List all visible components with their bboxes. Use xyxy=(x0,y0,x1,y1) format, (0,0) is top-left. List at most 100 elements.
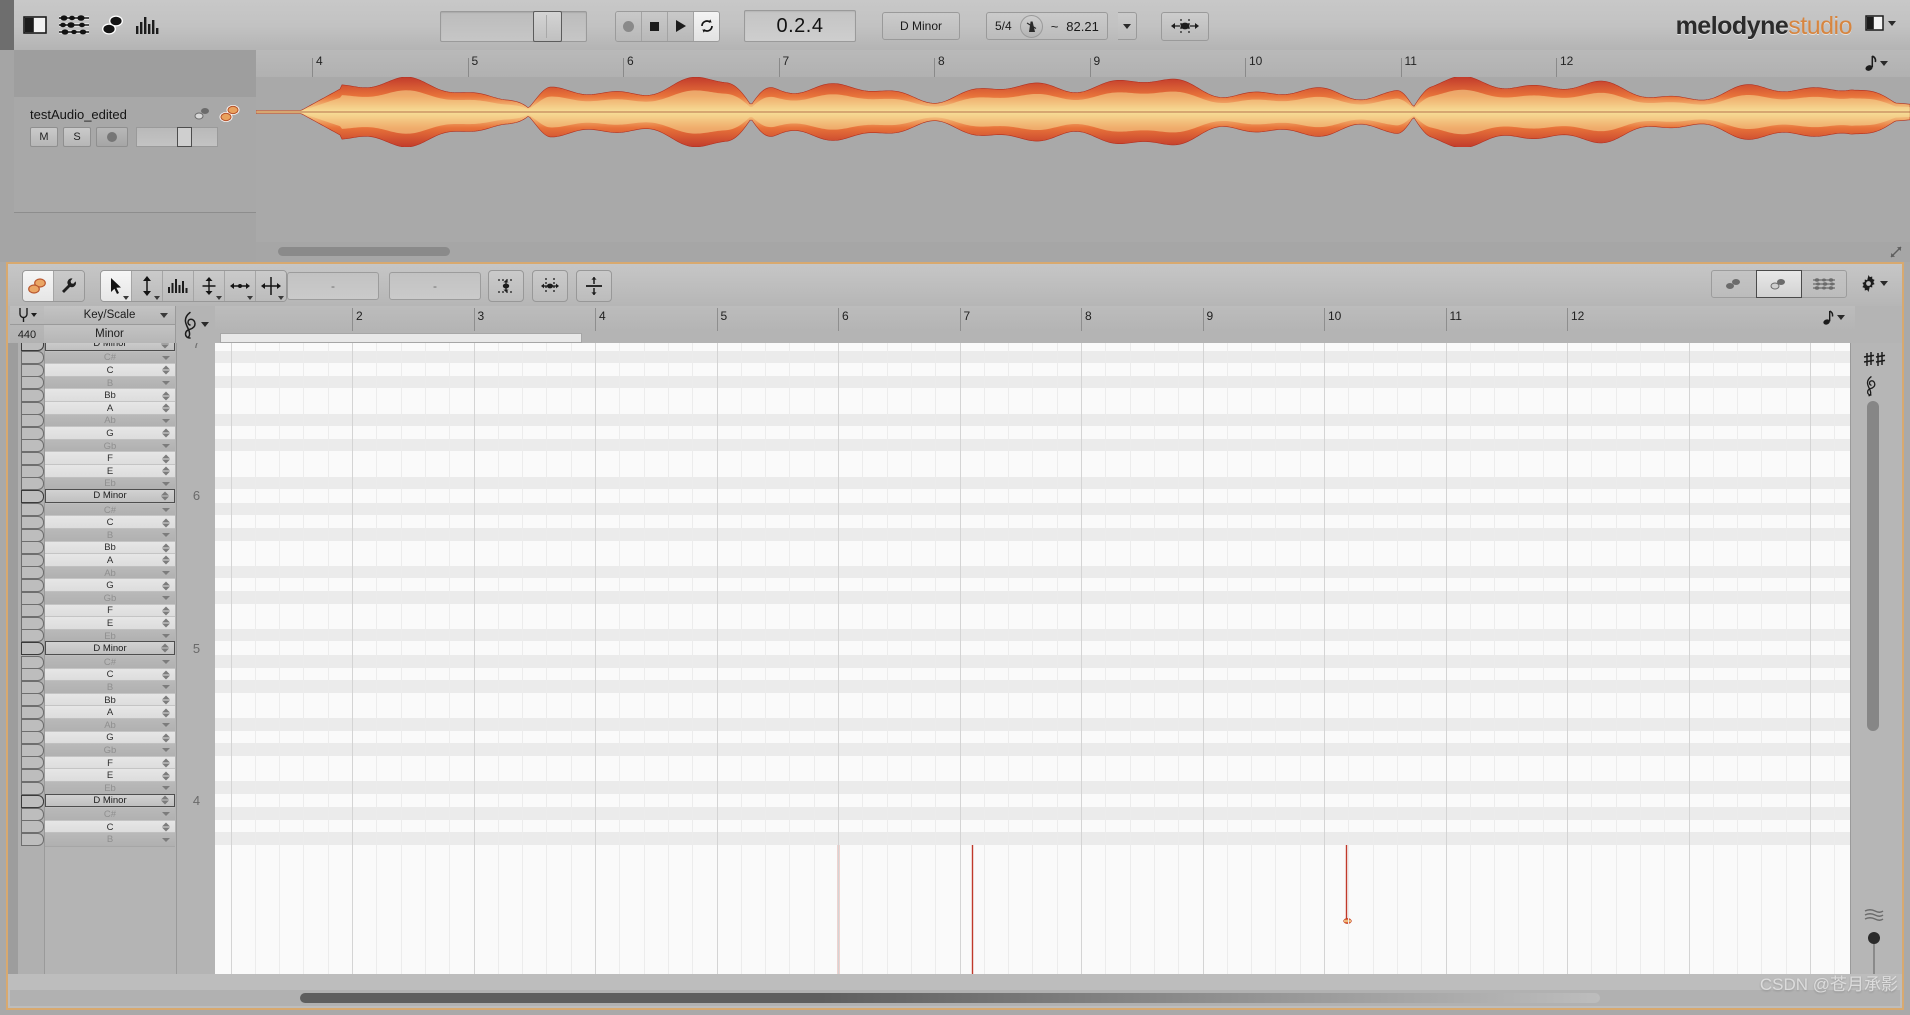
piano-key[interactable] xyxy=(21,451,44,465)
piano-key[interactable] xyxy=(21,363,44,377)
note-stepper[interactable] xyxy=(162,533,170,538)
note-stepper[interactable] xyxy=(162,403,170,413)
scale-value[interactable]: Minor xyxy=(44,325,175,343)
note-stepper[interactable] xyxy=(162,391,170,401)
note-root-row[interactable]: D Minor xyxy=(45,641,175,655)
piano-key[interactable] xyxy=(21,578,44,592)
piano-key[interactable] xyxy=(21,794,44,808)
view-multi-icon[interactable] xyxy=(1802,271,1846,297)
note-stepper[interactable] xyxy=(162,812,170,817)
note-root-row[interactable]: D Minor xyxy=(45,489,175,503)
note-stepper[interactable] xyxy=(162,606,170,616)
piano-key[interactable] xyxy=(21,528,44,542)
note-stepper[interactable] xyxy=(162,581,170,591)
note-stepper[interactable] xyxy=(162,733,170,743)
note-stepper[interactable] xyxy=(162,571,170,576)
piano-key[interactable] xyxy=(21,503,44,517)
track-name[interactable]: testAudio_edited xyxy=(30,107,127,122)
piano-key[interactable] xyxy=(21,477,44,491)
tuning-reference[interactable]: 440 xyxy=(10,306,45,343)
note-stepper[interactable] xyxy=(162,466,170,476)
tempo-value[interactable]: 82.21 xyxy=(1066,19,1099,34)
note-stepper[interactable] xyxy=(162,771,170,781)
note-stepper[interactable] xyxy=(162,543,170,553)
note-stepper[interactable] xyxy=(161,795,169,805)
piano-key[interactable] xyxy=(21,781,44,795)
mute-button[interactable]: M xyxy=(30,127,58,147)
editor-ruler[interactable]: 2 3 4 5 6 7 8 9 10 11 12 xyxy=(215,306,1855,331)
editor-vscrollbar-thumb[interactable] xyxy=(1867,401,1879,731)
editor-hscroll-thumb[interactable] xyxy=(300,993,1600,1003)
note-stepper[interactable] xyxy=(162,518,170,528)
note-stepper[interactable] xyxy=(162,618,170,628)
arrow-tool-icon[interactable] xyxy=(101,271,132,301)
piano-key[interactable] xyxy=(21,343,44,351)
piano-key[interactable] xyxy=(21,655,44,669)
piano-key[interactable] xyxy=(21,616,44,630)
note-stepper[interactable] xyxy=(162,786,170,791)
note-stepper[interactable] xyxy=(161,343,169,349)
note-root-row[interactable]: D Minor xyxy=(45,343,175,351)
note-stepper[interactable] xyxy=(162,758,170,768)
level-bars-icon[interactable] xyxy=(135,12,159,38)
piano-key[interactable] xyxy=(21,756,44,770)
blob-pair-icon[interactable] xyxy=(218,104,242,124)
note-stepper[interactable] xyxy=(162,508,170,513)
cycle-range-field[interactable] xyxy=(440,10,587,42)
note-grid[interactable] xyxy=(215,343,1855,974)
loop-button[interactable] xyxy=(694,11,719,41)
note-stepper[interactable] xyxy=(162,444,170,449)
note-stepper[interactable] xyxy=(162,695,170,705)
piano-key[interactable] xyxy=(21,768,44,782)
formant-tool-icon[interactable] xyxy=(163,271,194,301)
time-signature-value[interactable]: 5/4 xyxy=(995,19,1012,33)
piano-key[interactable] xyxy=(21,718,44,732)
piano-key[interactable] xyxy=(21,426,44,440)
note-stepper[interactable] xyxy=(161,491,169,501)
piano-key[interactable] xyxy=(21,376,44,390)
pitch-tool-icon[interactable] xyxy=(132,271,163,301)
zoom-slider-thumb[interactable] xyxy=(1868,932,1880,944)
piano-key[interactable] xyxy=(21,832,44,846)
note-root-row[interactable]: D Minor xyxy=(45,793,175,808)
note-stepper[interactable] xyxy=(162,837,170,842)
piano-key[interactable] xyxy=(21,604,44,618)
note-stepper[interactable] xyxy=(162,418,170,423)
record-arm-button[interactable] xyxy=(96,127,128,147)
note-stepper[interactable] xyxy=(162,670,170,680)
panel-layout-icon[interactable] xyxy=(22,12,48,38)
note-stepper[interactable] xyxy=(162,822,170,832)
note-stepper[interactable] xyxy=(162,454,170,464)
note-stepper[interactable] xyxy=(162,555,170,565)
piano-key[interactable] xyxy=(21,439,44,453)
zoom-waves-icon[interactable] xyxy=(1863,908,1885,922)
track-strip[interactable]: testAudio_edited M S xyxy=(14,97,256,213)
pan-slider[interactable] xyxy=(136,127,218,147)
note-stepper[interactable] xyxy=(162,381,170,386)
note-stepper[interactable] xyxy=(162,596,170,601)
wrench-icon[interactable] xyxy=(54,271,84,301)
piano-key[interactable] xyxy=(21,731,44,745)
note-stepper[interactable] xyxy=(162,355,170,360)
tempo-dropdown-button[interactable] xyxy=(1117,12,1137,40)
clef-icon[interactable] xyxy=(1863,375,1879,397)
piano-keys[interactable] xyxy=(18,343,45,974)
piano-key[interactable] xyxy=(21,388,44,402)
piano-key[interactable] xyxy=(21,743,44,757)
time-tool-icon[interactable] xyxy=(225,271,256,301)
note-row[interactable]: B xyxy=(45,832,175,847)
tuning-value[interactable]: 440 xyxy=(10,324,44,344)
separate-icon[interactable] xyxy=(576,270,612,302)
piano-key[interactable] xyxy=(21,553,44,567)
solo-button[interactable]: S xyxy=(63,127,91,147)
record-button[interactable] xyxy=(616,11,642,41)
small-blobs-icon[interactable] xyxy=(192,106,212,122)
note-stepper[interactable] xyxy=(162,685,170,690)
editor-note-menu[interactable] xyxy=(1823,309,1845,326)
arrangement-ruler[interactable]: 4 5 6 7 8 9 10 11 12 xyxy=(256,50,1910,78)
stop-button[interactable] xyxy=(642,11,668,41)
align-button[interactable] xyxy=(1160,11,1209,41)
note-stepper[interactable] xyxy=(162,365,170,375)
editor-region-strip[interactable] xyxy=(215,331,1855,343)
play-button[interactable] xyxy=(668,11,694,41)
